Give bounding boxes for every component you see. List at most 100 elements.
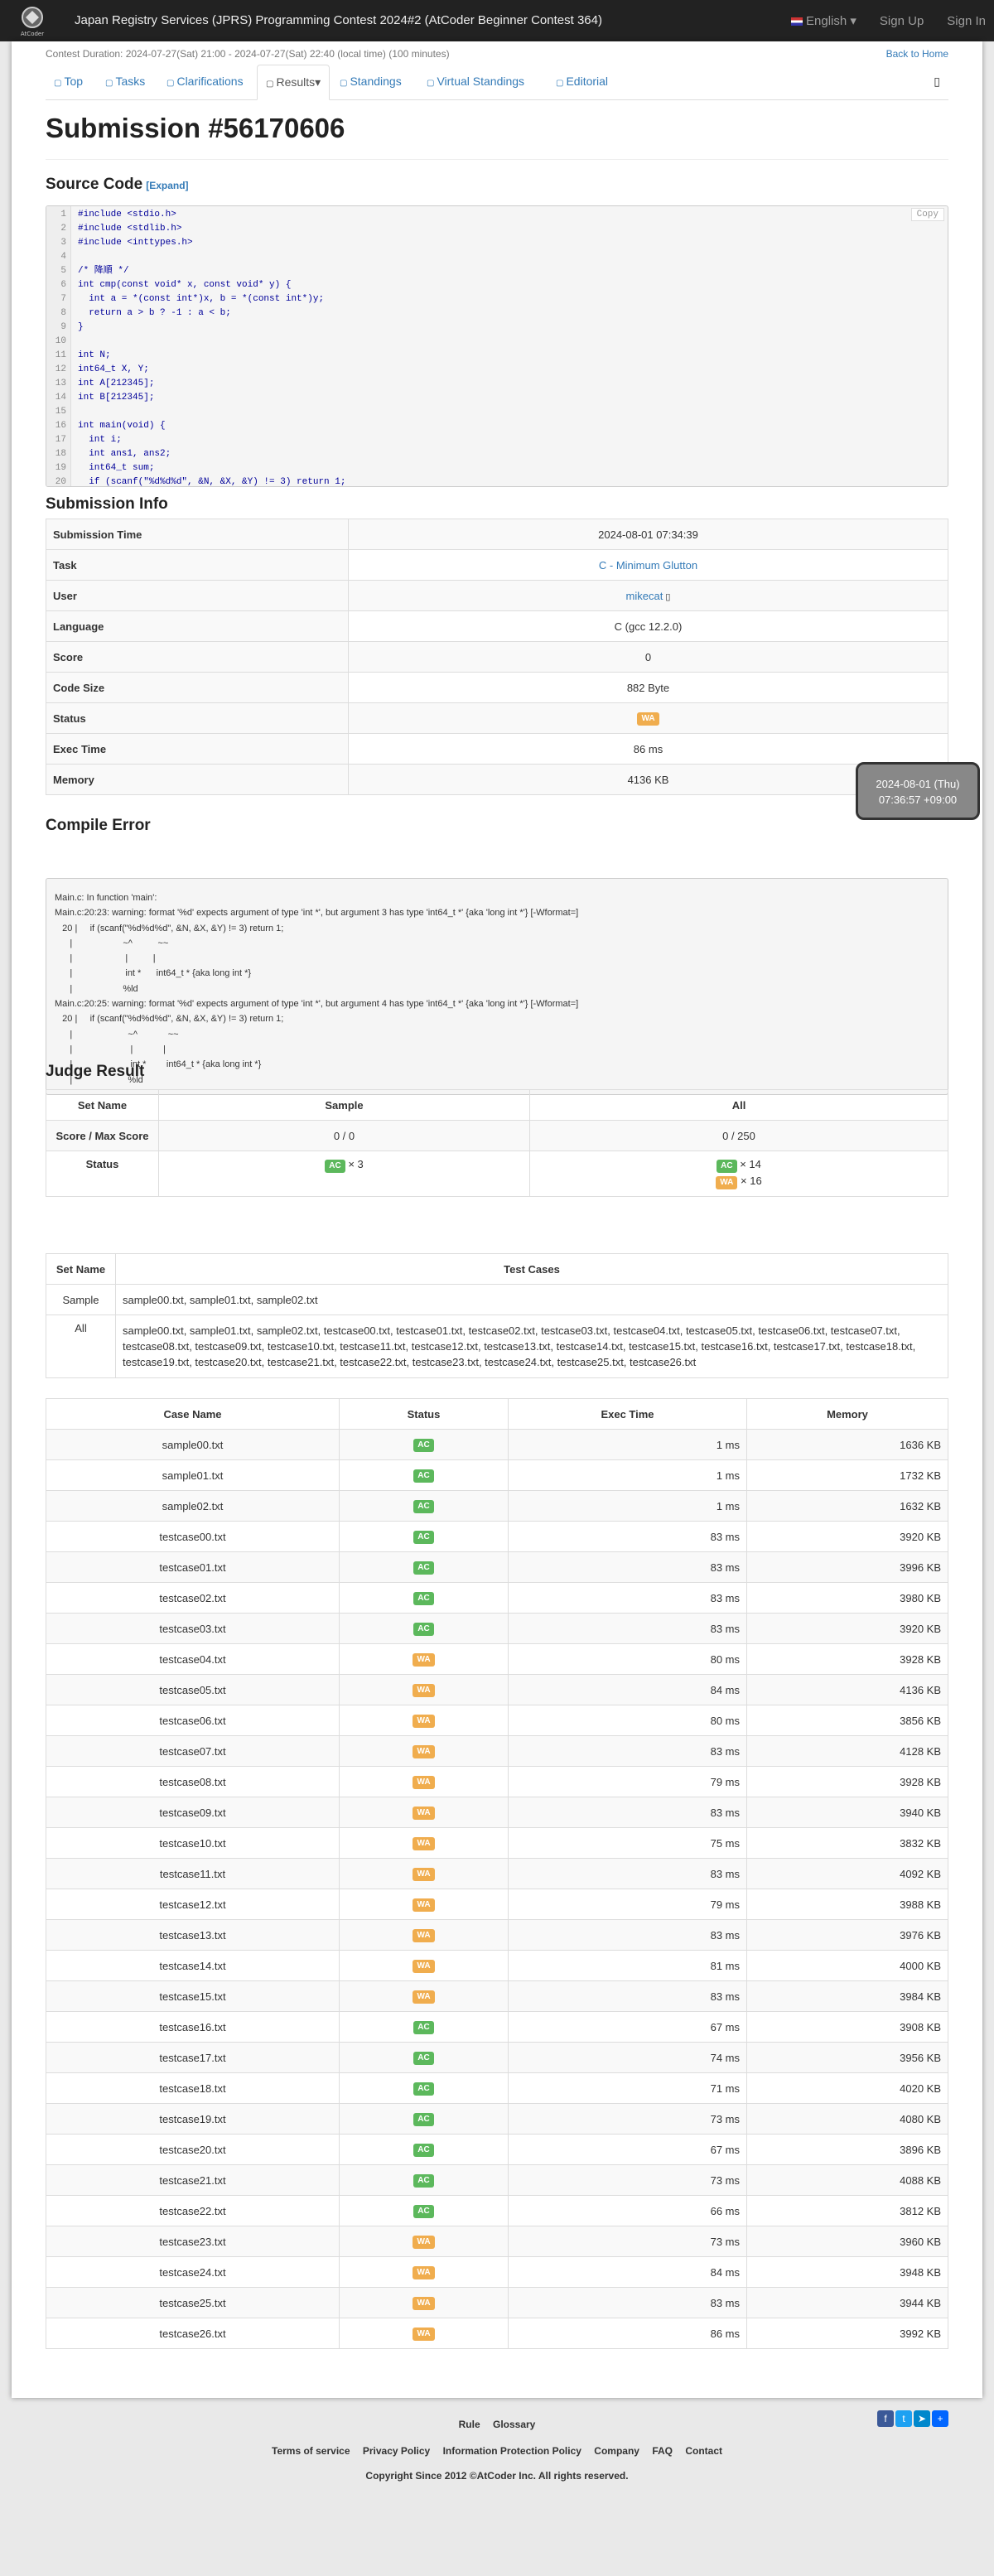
sort-icon: ▢	[340, 79, 348, 88]
set-sample: Sample	[46, 1284, 116, 1315]
case-row: testcase19.txt AC 73 ms 4080 KB	[46, 2103, 948, 2135]
language-dropdown[interactable]: English ▾	[791, 13, 856, 28]
col-exec-time[interactable]: Exec Time	[508, 1398, 747, 1430]
case-row: sample01.txt AC 1 ms 1732 KB	[46, 1459, 948, 1491]
memory: 3948 KB	[746, 2256, 948, 2288]
footer-company[interactable]: Company	[594, 2445, 639, 2457]
expand-link[interactable]: [Expand]	[146, 180, 188, 191]
tab-top[interactable]: ▢ Top	[46, 65, 91, 100]
status-badge: WA	[413, 1868, 435, 1881]
status-badge: AC	[413, 2144, 434, 2157]
exec-time: 83 ms	[508, 1858, 747, 1889]
case-name: testcase24.txt	[46, 2256, 340, 2288]
case-name: testcase08.txt	[46, 1766, 340, 1797]
memory: 3944 KB	[746, 2287, 948, 2318]
memory: 3992 KB	[746, 2318, 948, 2349]
exec-time: 71 ms	[508, 2072, 747, 2104]
case-row: testcase13.txt WA 83 ms 3976 KB	[46, 1919, 948, 1951]
case-name: testcase10.txt	[46, 1827, 340, 1859]
user-link[interactable]: mikecat	[626, 590, 663, 602]
navbar: AtCoder Japan Registry Services (JPRS) P…	[0, 0, 994, 41]
case-name: testcase15.txt	[46, 1980, 340, 2012]
contest-title[interactable]: Japan Registry Services (JPRS) Programmi…	[75, 13, 602, 27]
memory: 3940 KB	[746, 1797, 948, 1828]
exec-time: 83 ms	[508, 1551, 747, 1583]
case-name: testcase05.txt	[46, 1674, 340, 1705]
case-name: testcase12.txt	[46, 1889, 340, 1920]
tab-editorial[interactable]: ▢ Editorial	[548, 65, 616, 100]
tab-virtual-standings[interactable]: ▢ Virtual Standings	[418, 65, 533, 100]
case-name: testcase11.txt	[46, 1858, 340, 1889]
col-case-name[interactable]: Case Name	[46, 1398, 340, 1430]
footer-terms[interactable]: Terms of service	[272, 2445, 350, 2457]
exec-time: 67 ms	[508, 2011, 747, 2043]
case-name: testcase09.txt	[46, 1797, 340, 1828]
compile-error-heading: Compile Error	[46, 817, 151, 834]
case-row: testcase04.txt WA 80 ms 3928 KB	[46, 1643, 948, 1675]
signin-link[interactable]: Sign In	[947, 14, 986, 28]
tab-tasks[interactable]: ▢ Tasks	[97, 65, 153, 100]
memory: 4128 KB	[746, 1735, 948, 1767]
tab-standings[interactable]: ▢ Standings	[331, 65, 410, 100]
status-badge: WA	[413, 1960, 435, 1973]
status-badge: AC	[413, 2082, 434, 2096]
compile-line: | int * int64_t * {aka long int *}	[55, 1059, 262, 1070]
tab-clarifications[interactable]: ▢ Clarifications	[158, 65, 252, 100]
footer-info-protection[interactable]: Information Protection Policy	[443, 2445, 581, 2457]
status-badge: AC	[413, 1500, 434, 1513]
contest-duration: Contest Duration: 2024-07-27(Sat) 21:00 …	[46, 48, 450, 60]
time-tooltip: 2024-08-01 (Thu) 07:36:57 +09:00	[856, 762, 980, 820]
case-name: testcase19.txt	[46, 2103, 340, 2135]
atcoder-logo[interactable]: AtCoder	[12, 4, 53, 37]
col-status[interactable]: Status	[339, 1398, 509, 1430]
ac-badge: AC	[325, 1160, 345, 1173]
status-badge: WA	[413, 1745, 435, 1758]
exec-time: 84 ms	[508, 1674, 747, 1705]
memory: 3908 KB	[746, 2011, 948, 2043]
col-memory[interactable]: Memory	[746, 1398, 948, 1430]
fullscreen-icon[interactable]: ▯	[934, 75, 940, 89]
case-row: testcase10.txt WA 75 ms 3832 KB	[46, 1827, 948, 1859]
main-container: Contest Duration: 2024-07-27(Sat) 21:00 …	[12, 41, 982, 2427]
compile-line: Main.c:20:23: warning: format '%d' expec…	[55, 908, 579, 919]
test-set-table: Set Name Test Cases Sample sample00.txt, s…	[46, 1253, 948, 1378]
task-link[interactable]: C - Minimum Glutton	[599, 559, 697, 572]
submission-info-table: Submission Time 2024-08-01 07:34:39 Task C …	[46, 519, 948, 795]
info-row: Language C (gcc 12.2.0)	[46, 610, 948, 642]
exec-time: 74 ms	[508, 2042, 747, 2073]
exec-time: 79 ms	[508, 1766, 747, 1797]
memory: 3996 KB	[746, 1551, 948, 1583]
footer-contact[interactable]: Contact	[685, 2445, 722, 2457]
code-line: 16 int main(void) {	[55, 421, 166, 431]
case-row: testcase26.txt WA 86 ms 3992 KB	[46, 2318, 948, 2349]
footer-glossary[interactable]: Glossary	[493, 2419, 535, 2430]
case-row: testcase00.txt AC 83 ms 3920 KB	[46, 1521, 948, 1552]
tab-results[interactable]: ▢ Results▾	[257, 65, 331, 100]
code-line: 7 int a = *(const int*)x, b = *(const in…	[60, 294, 325, 304]
judge-result-table: Set Name Sample All Score / Max Score 0 …	[46, 1089, 948, 1197]
footer-privacy[interactable]: Privacy Policy	[363, 2445, 430, 2457]
code-line: 17 int i;	[55, 435, 122, 445]
col-set-name: Set Name	[46, 1253, 116, 1285]
memory: 3896 KB	[746, 2134, 948, 2165]
status-badge: AC	[413, 1623, 434, 1636]
case-name: testcase17.txt	[46, 2042, 340, 2073]
case-row: testcase20.txt AC 67 ms 3896 KB	[46, 2134, 948, 2165]
source-code-block[interactable]: Copy 1 #include <stdio.h> 2 #include <stdli…	[46, 205, 948, 487]
code-line: 14 int B[212345];	[55, 393, 155, 403]
footer-rule[interactable]: Rule	[459, 2419, 480, 2430]
svg-text:AtCoder: AtCoder	[21, 31, 44, 37]
set-all: All	[46, 1315, 116, 1378]
uk-flag-icon	[791, 17, 803, 27]
back-to-home-link[interactable]: Back to Home	[886, 48, 948, 60]
compile-line: | int * int64_t * {aka long int *}	[55, 968, 252, 979]
all-cases: sample00.txt, sample01.txt, sample02.txt…	[115, 1315, 948, 1378]
user-history-icon[interactable]: ▯	[663, 592, 670, 602]
judge-result-heading: Judge Result	[46, 1063, 145, 1080]
signup-link[interactable]: Sign Up	[880, 14, 924, 28]
code-line: 2 #include <stdlib.h>	[60, 224, 182, 234]
memory: 1632 KB	[746, 1490, 948, 1522]
sample-cases: sample00.txt, sample01.txt, sample02.txt	[115, 1284, 948, 1315]
case-row: testcase23.txt WA 73 ms 3960 KB	[46, 2226, 948, 2257]
footer-faq[interactable]: FAQ	[652, 2445, 673, 2457]
